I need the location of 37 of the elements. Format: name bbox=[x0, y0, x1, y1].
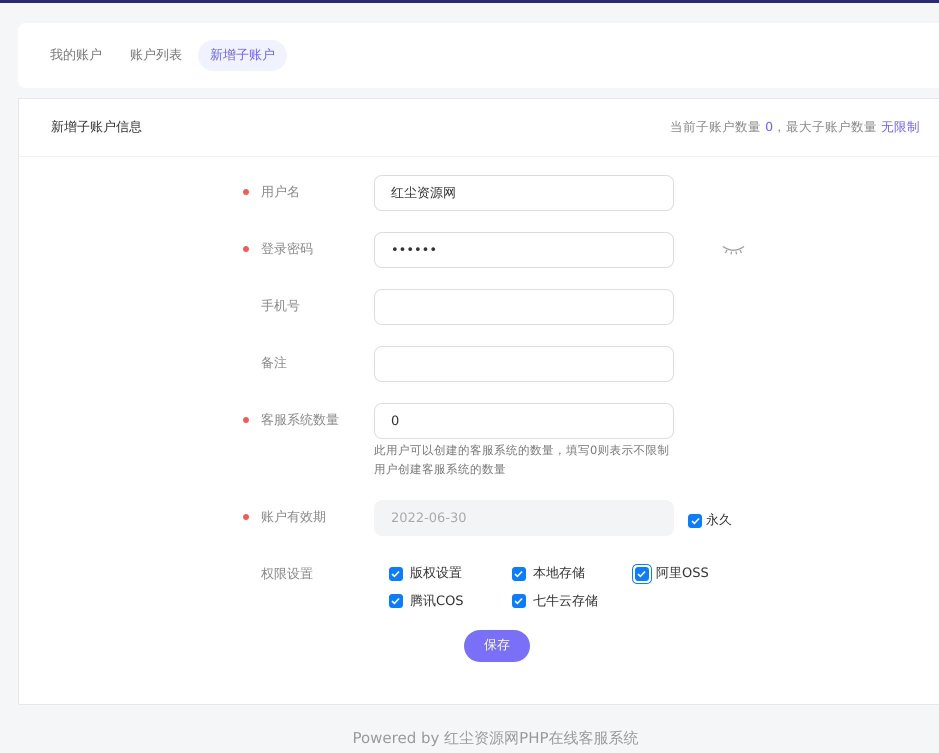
check-icon bbox=[391, 597, 400, 606]
checkbox[interactable] bbox=[388, 594, 402, 608]
save-button[interactable]: 保存 bbox=[464, 630, 530, 662]
checkbox-label: 永久 bbox=[706, 512, 732, 530]
field-label: 登录密码 bbox=[261, 241, 314, 259]
check-icon bbox=[514, 570, 523, 578]
input-field[interactable]: •••••• bbox=[374, 232, 674, 268]
input-field[interactable]: 红尘资源网 bbox=[374, 175, 674, 211]
checkbox-label: 七牛云存储 bbox=[533, 592, 598, 610]
field-label: 用户名 bbox=[261, 184, 301, 202]
input-field[interactable] bbox=[374, 289, 674, 325]
help-text: 此用户可以创建的客服系统的数量，填写0则表示不限制用户创建客服系统的数量 bbox=[374, 442, 670, 478]
field-label: 手机号 bbox=[261, 298, 301, 316]
check-icon bbox=[391, 570, 400, 578]
check-icon bbox=[514, 597, 523, 606]
checkbox-label: 版权设置 bbox=[410, 565, 462, 583]
check-icon bbox=[690, 516, 700, 525]
checkbox[interactable] bbox=[512, 594, 526, 608]
tab[interactable]: 新增子账户 bbox=[198, 40, 287, 72]
checkbox-label: 腾讯COS bbox=[410, 592, 464, 610]
field-label: 账户有效期 bbox=[261, 509, 327, 527]
checkbox[interactable] bbox=[512, 566, 526, 581]
tab[interactable]: 我的账户 bbox=[38, 40, 114, 72]
field-label: 备注 bbox=[261, 355, 288, 373]
checkbox-label: 阿里OSS bbox=[656, 565, 709, 583]
field-label: 权限设置 bbox=[261, 566, 314, 584]
check-icon bbox=[637, 570, 646, 578]
footer-text: Powered by 红尘资源网PHP在线客服系统 bbox=[351, 728, 640, 749]
checkbox-label: 本地存储 bbox=[533, 565, 585, 583]
input-field[interactable]: 0 bbox=[374, 403, 674, 439]
input-field[interactable] bbox=[374, 346, 674, 382]
eye-closed-icon[interactable] bbox=[722, 245, 745, 255]
panel-title: 新增子账户信息 bbox=[51, 118, 142, 137]
tab[interactable]: 账户列表 bbox=[118, 40, 194, 72]
account-count-text: 当前子账户数量 0，最大子账户数量 无限制 bbox=[670, 118, 920, 136]
checkbox[interactable] bbox=[388, 566, 402, 581]
field-label: 客服系统数量 bbox=[261, 412, 340, 430]
